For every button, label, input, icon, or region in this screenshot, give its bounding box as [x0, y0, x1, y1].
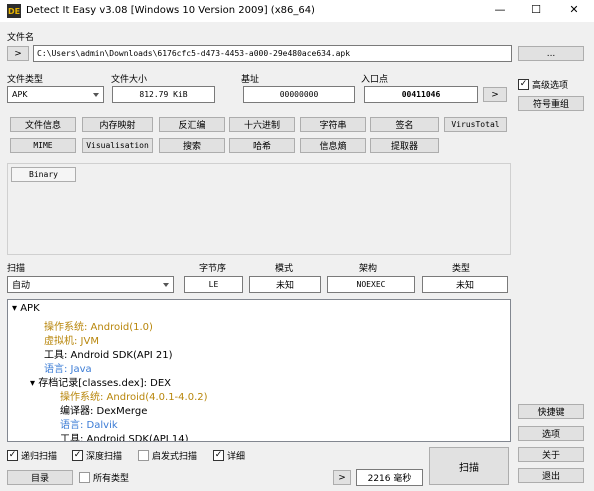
tree-item: 语言: Dalvik [60, 420, 118, 431]
tree-node-apk[interactable]: ▾ APK [12, 303, 40, 314]
heuristic-scan-checkbox[interactable]: 启发式扫描 [138, 449, 197, 462]
tree-item: 操作系统: Android(4.0.1-4.0.2) [60, 392, 208, 403]
tree-item: 工具: Android SDK(API 14) [60, 434, 189, 442]
shortcuts-button[interactable]: 快捷键 [518, 404, 584, 419]
about-button[interactable]: 关于 [518, 447, 584, 462]
base-address-label: 基址 [241, 75, 260, 85]
arch-field: NOEXEC [327, 276, 415, 293]
file-size-field: 812.79 KiB [112, 86, 215, 103]
mode-field: 未知 [249, 276, 321, 293]
hex-button[interactable]: 十六进制 [229, 117, 295, 132]
heuristic-check-icon [138, 450, 149, 461]
file-name-label: 文件名 [7, 33, 35, 43]
recursive-scan-label: 递归扫描 [21, 452, 58, 462]
options-button[interactable]: 选项 [518, 426, 584, 441]
close-button[interactable]: ✕ [564, 3, 584, 16]
deep-scan-checkbox[interactable]: ✓ 深度扫描 [72, 449, 122, 462]
tree-item: 虚拟机: JVM [44, 336, 99, 347]
binary-tab[interactable]: Binary [11, 167, 76, 182]
exit-button[interactable]: 退出 [518, 468, 584, 483]
result-tree[interactable]: ▾ APK 操作系统: Android(1.0) 虚拟机: JVM 工具: An… [7, 299, 511, 442]
chevron-down-icon [163, 282, 169, 287]
type-field: 未知 [422, 276, 508, 293]
extractor-button[interactable]: 提取器 [370, 138, 439, 153]
strings-button[interactable]: 字符串 [300, 117, 366, 132]
directory-button[interactable]: 目录 [7, 470, 73, 485]
visualisation-button[interactable]: Visualisation [82, 138, 153, 153]
tree-node-archive[interactable]: ▾ 存档记录[classes.dex]: DEX [30, 374, 171, 389]
file-nav-button[interactable]: > [7, 46, 29, 61]
advanced-check-icon: ✓ [518, 79, 529, 90]
tree-item: 编译器: DexMerge [60, 406, 148, 417]
endian-label: 字节序 [199, 264, 227, 274]
search-button[interactable]: 搜索 [159, 138, 225, 153]
file-size-label: 文件大小 [111, 75, 148, 85]
scan-time-field: 2216 毫秒 [356, 469, 423, 486]
advanced-label: 高级选项 [532, 81, 569, 91]
all-types-label: 所有类型 [93, 474, 130, 484]
tree-expand-icon[interactable]: ▾ [12, 303, 20, 314]
verbose-check-icon: ✓ [213, 450, 224, 461]
entry-point-nav-button[interactable]: > [483, 87, 507, 102]
bottom-nav-button[interactable]: > [333, 470, 351, 485]
disassembly-button[interactable]: 反汇编 [159, 117, 225, 132]
tree-item: 工具: Android SDK(API 21) [44, 350, 173, 361]
scan-mode-select[interactable]: 自动 [7, 276, 174, 293]
tree-item: 语言: Java [44, 364, 92, 375]
entropy-button[interactable]: 信息熵 [300, 138, 366, 153]
browse-button[interactable]: ... [518, 46, 584, 61]
scan-label: 扫描 [7, 264, 26, 274]
binary-tab-area [7, 163, 511, 255]
deep-check-icon: ✓ [72, 450, 83, 461]
file-type-label: 文件类型 [7, 75, 44, 85]
mode-label: 模式 [275, 264, 294, 274]
tree-item: 操作系统: Android(1.0) [44, 322, 153, 333]
endian-field: LE [184, 276, 243, 293]
title-bar: DE Detect It Easy v3.08 [Windows 10 Vers… [0, 0, 594, 22]
all-types-checkbox[interactable]: 所有类型 [79, 471, 129, 484]
memory-map-button[interactable]: 内存映射 [82, 117, 153, 132]
arch-label: 架构 [359, 264, 378, 274]
verbose-checkbox[interactable]: ✓ 详细 [213, 449, 245, 462]
file-type-value: APK [12, 90, 28, 99]
file-path-field[interactable]: C:\Users\admin\Downloads\6176cfc5-d473-4… [33, 45, 512, 62]
minimize-button[interactable]: — [490, 3, 510, 16]
recursive-check-icon: ✓ [7, 450, 18, 461]
heuristic-scan-label: 启发式扫描 [152, 452, 198, 462]
chevron-down-icon [93, 92, 99, 97]
symbols-button[interactable]: 符号重组 [518, 96, 584, 111]
signatures-button[interactable]: 签名 [370, 117, 439, 132]
mime-button[interactable]: MIME [10, 138, 76, 153]
entry-point-field[interactable]: 00411046 [364, 86, 478, 103]
app-logo-icon: DE [7, 4, 21, 18]
file-info-button[interactable]: 文件信息 [10, 117, 76, 132]
scan-mode-value: 自动 [12, 281, 31, 291]
all-types-check-icon [79, 472, 90, 483]
entry-point-label: 入口点 [361, 75, 389, 85]
file-type-select[interactable]: APK [7, 86, 104, 103]
base-address-field[interactable]: 00000000 [243, 86, 355, 103]
virustotal-button[interactable]: VirusTotal [444, 117, 507, 132]
type-label: 类型 [452, 264, 471, 274]
verbose-label: 详细 [227, 452, 246, 462]
tree-expand-icon[interactable]: ▾ [30, 378, 38, 389]
advanced-checkbox[interactable]: ✓ 高级选项 [518, 78, 568, 91]
window-title: Detect It Easy v3.08 [Windows 10 Version… [26, 5, 315, 16]
hash-button[interactable]: 哈希 [229, 138, 295, 153]
deep-scan-label: 深度扫描 [86, 452, 123, 462]
recursive-scan-checkbox[interactable]: ✓ 递归扫描 [7, 449, 57, 462]
maximize-button[interactable]: ☐ [526, 3, 546, 16]
scan-button[interactable]: 扫描 [429, 447, 509, 485]
